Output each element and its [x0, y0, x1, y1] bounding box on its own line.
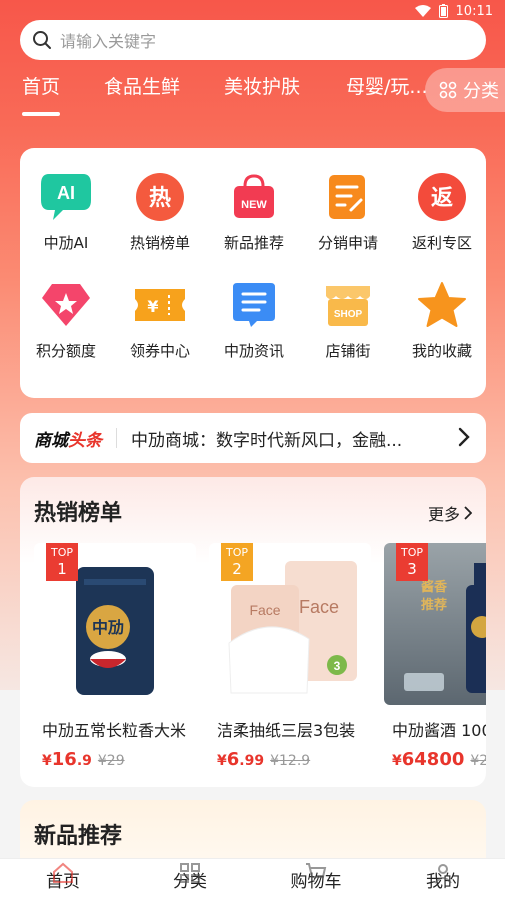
- headline-brand: 商城: [34, 430, 68, 451]
- grid-item-new[interactable]: NEW 新品推荐: [210, 170, 298, 253]
- new-products-title: 新品推荐: [34, 824, 123, 849]
- product-image: Face Face 3 TOP 2: [209, 543, 371, 705]
- hot-icon: 热: [136, 173, 184, 221]
- tab-beauty[interactable]: 美妆护肤: [224, 72, 300, 99]
- grid-item-label: 中劢资讯: [223, 342, 284, 360]
- nav-category[interactable]: 分类: [150, 863, 230, 892]
- rank-badge: TOP 1: [46, 543, 78, 581]
- chevron-right-icon: [458, 427, 470, 447]
- coupon-icon: ¥: [135, 289, 185, 321]
- svg-text:SHOP: SHOP: [334, 309, 363, 320]
- nav-cart[interactable]: 购物车: [276, 863, 356, 892]
- svg-text:中劢: 中劢: [92, 618, 124, 637]
- hot-product-card[interactable]: 酱香推荐 TOP3 中劢酱酒 1000ml ¥64800¥23000: [384, 543, 486, 778]
- headline-bar[interactable]: 商城 头条 中劢商城：数字时代新风口，金融...: [20, 413, 486, 463]
- search-placeholder: 请输入关键字: [60, 32, 157, 51]
- home-icon: [53, 862, 73, 883]
- svg-text:推荐: 推荐: [421, 597, 447, 613]
- svg-text:Face: Face: [299, 597, 339, 617]
- grid-item-rebate[interactable]: 返 返利专区: [398, 170, 486, 253]
- hot-list-title: 热销榜单: [34, 501, 123, 526]
- hot-product-card[interactable]: Face Face 3 TOP 2 洁柔抽纸三层3包装 ¥6.99 ¥12.9: [209, 543, 371, 778]
- grid-item-label: 分销申请: [317, 234, 378, 252]
- grid-item-distribution[interactable]: 分销申请: [304, 170, 392, 253]
- product-image: 中劢 TOP 1: [34, 543, 196, 705]
- rank-badge: TOP 3: [396, 543, 428, 581]
- grid-item-label: 新品推荐: [223, 234, 284, 252]
- active-tab-indicator: [22, 112, 60, 116]
- svg-text:3: 3: [334, 659, 341, 673]
- grid-item-ai[interactable]: AI 中劢AI: [22, 170, 110, 253]
- bottom-navigation: 首页 分类 购物车 我的: [0, 858, 505, 899]
- favorite-star-icon: [418, 282, 466, 327]
- status-bar: 10:11: [0, 0, 505, 22]
- nav-profile[interactable]: 我的: [403, 864, 483, 892]
- cart-icon: [306, 863, 327, 878]
- grid-item-label: 领券中心: [129, 342, 190, 360]
- quick-entry-grid: AI 中劢AI 热 热销榜单 NEW 新品推荐 分销申请 返 返利专区 积分额度…: [20, 148, 486, 398]
- product-price: ¥16.9 ¥29: [42, 749, 125, 770]
- tab-baby-toys[interactable]: 母婴/玩...: [346, 72, 428, 99]
- headline-text: 中劢商城：数字时代新风口，金融...: [131, 430, 403, 451]
- chevron-right-icon: [464, 506, 472, 520]
- product-name: 中劢五常长粒香大米: [42, 721, 186, 740]
- news-doc-icon: [233, 283, 275, 327]
- grid-item-shop[interactable]: SHOP 店铺街: [304, 278, 392, 361]
- rebate-icon: 返: [418, 173, 466, 221]
- product-price: ¥64800¥23000: [392, 749, 486, 770]
- grid-item-label: 我的收藏: [411, 342, 472, 360]
- grid-item-favorites[interactable]: 我的收藏: [398, 278, 486, 361]
- category-icon: [180, 863, 200, 883]
- status-time: 10:11: [455, 3, 493, 19]
- svg-text:返: 返: [431, 186, 453, 211]
- svg-text:热: 热: [149, 185, 171, 211]
- shop-icon: SHOP: [326, 286, 370, 326]
- wifi-icon: [414, 5, 431, 17]
- ai-icon: AI: [41, 174, 91, 220]
- svg-text:AI: AI: [57, 183, 75, 203]
- category-button-label: 分类: [463, 81, 499, 102]
- grid-item-label: 店铺街: [325, 342, 371, 360]
- hot-list-more-link[interactable]: 更多: [428, 501, 472, 525]
- grid-item-points[interactable]: 积分额度: [22, 278, 110, 361]
- grid-item-label: 中劢AI: [43, 234, 89, 252]
- new-bag-icon: NEW: [234, 174, 274, 218]
- svg-text:¥: ¥: [147, 297, 158, 316]
- profile-icon: [434, 864, 452, 884]
- headline-divider: [116, 428, 117, 448]
- search-bar[interactable]: 请输入关键字: [20, 20, 486, 60]
- hot-list-section: 热销榜单 更多 中劢 TOP 1 中劢五常长粒香大米 ¥16.9 ¥29 Face F…: [20, 477, 486, 787]
- grid-item-news[interactable]: 中劢资讯: [210, 278, 298, 361]
- category-grid-icon: [439, 81, 457, 99]
- product-price: ¥6.99 ¥12.9: [217, 749, 311, 770]
- product-name: 中劢酱酒 1000ml: [392, 721, 486, 740]
- tab-home[interactable]: 首页: [22, 72, 60, 99]
- product-name: 洁柔抽纸三层3包装: [217, 721, 356, 740]
- svg-text:Face: Face: [249, 602, 280, 618]
- grid-item-hot[interactable]: 热 热销榜单: [116, 170, 204, 253]
- battery-icon: [438, 4, 448, 18]
- more-label: 更多: [427, 505, 460, 524]
- headline-brand-accent: 头条: [68, 430, 102, 451]
- nav-home[interactable]: 首页: [23, 862, 103, 892]
- hot-product-card[interactable]: 中劢 TOP 1 中劢五常长粒香大米 ¥16.9 ¥29: [34, 543, 196, 778]
- product-image: 酱香推荐 TOP 3: [384, 543, 486, 705]
- search-icon: [33, 31, 51, 49]
- svg-text:酱香: 酱香: [421, 579, 448, 595]
- category-button[interactable]: 分类: [425, 68, 505, 112]
- grid-item-coupon[interactable]: ¥ 领券中心: [116, 278, 204, 361]
- points-star-icon: [42, 284, 90, 326]
- grid-item-label: 热销榜单: [129, 234, 190, 252]
- svg-text:NEW: NEW: [241, 199, 267, 211]
- tab-fresh-food[interactable]: 食品生鲜: [104, 72, 180, 99]
- rank-badge: TOP 2: [221, 543, 253, 581]
- grid-item-label: 积分额度: [35, 342, 96, 360]
- form-icon: [329, 175, 365, 219]
- grid-item-label: 返利专区: [411, 234, 472, 252]
